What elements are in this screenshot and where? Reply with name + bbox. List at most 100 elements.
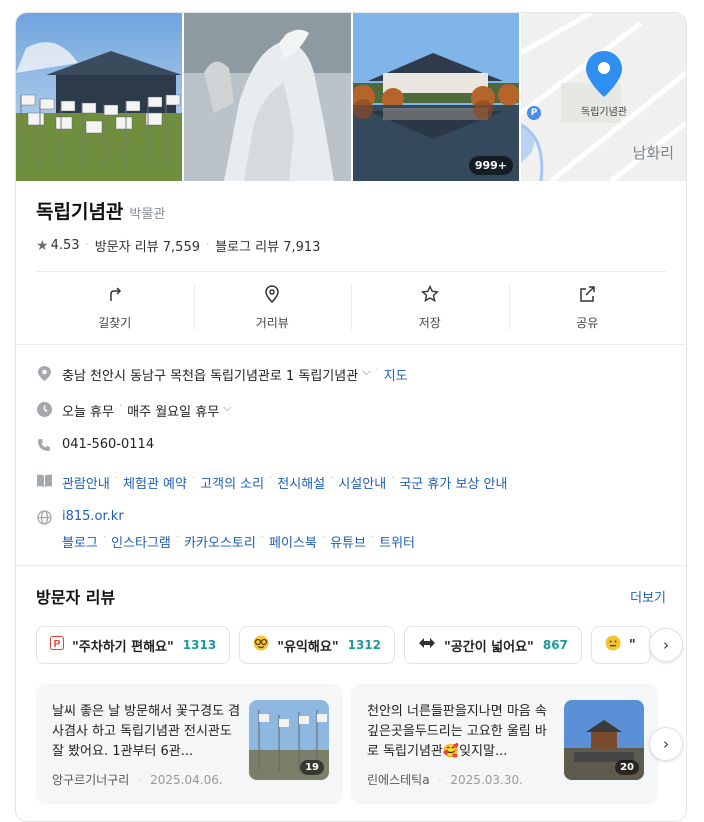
phone-row: 041-560-0114	[36, 429, 666, 465]
keyword-chip[interactable]: "	[590, 626, 651, 664]
save-button[interactable]: 저장	[351, 272, 509, 344]
chevron-right-icon: ›	[663, 636, 669, 654]
social-twitter[interactable]: 트위터	[379, 532, 415, 551]
social-facebook[interactable]: 페이스북	[269, 532, 317, 551]
visitor-reviews-section: 방문자 리뷰 더보기 P "주차하기 편해요" 1313 "유익해요" 1312	[16, 566, 686, 804]
review-photo[interactable]: 19	[249, 700, 329, 780]
directions-button[interactable]: 길찾기	[36, 272, 194, 344]
share-button[interactable]: 공유	[508, 272, 667, 344]
reviews-title: 방문자 리뷰	[36, 588, 116, 607]
photo-count-badge[interactable]: 999+	[468, 156, 513, 175]
svg-text:P: P	[54, 639, 61, 650]
photo-count: 19	[300, 760, 324, 775]
separator-dot: ·	[375, 365, 379, 376]
social-kakaostory[interactable]: 카카오스토리	[184, 532, 256, 551]
review-card[interactable]: 날씨 좋은 날 방문해서 꽃구경도 겸사겸사 하고 독립기념관 전시관도 잘 봤…	[36, 684, 343, 804]
address-text: 충남 천안시 동남구 목천읍 독립기념관로 1 독립기념관	[62, 369, 359, 384]
map-link[interactable]: 지도	[384, 365, 408, 384]
separator-dot: ·	[85, 240, 89, 251]
review-author[interactable]: 앙구르기너구리	[52, 773, 129, 787]
address-row: 충남 천안시 동남구 목천읍 독립기념관로 1 독립기념관 ⌵ · 지도	[36, 357, 666, 393]
separator-dot: ·	[118, 401, 123, 412]
blog-review-link[interactable]: 블로그 리뷰 7,913	[215, 236, 320, 255]
hours-status: 오늘 휴무	[62, 405, 114, 420]
rating-row: ★ 4.53 · 방문자 리뷰 7,559 · 블로그 리뷰 7,913	[36, 236, 666, 256]
separator-dot: ·	[321, 532, 326, 543]
separator-dot: ·	[191, 473, 196, 484]
keyword-text: "	[628, 637, 636, 653]
visitor-review-link[interactable]: 방문자 리뷰 7,559	[95, 236, 200, 255]
share-icon	[578, 285, 596, 307]
place-card: 999+ P 독립기념관 남화리 독립기념관 박물관 ★ 4.53 · 방문자 …	[15, 12, 687, 822]
action-bar: 길찾기 거리뷰 저장 공유	[36, 272, 666, 344]
thinking-face-icon	[605, 635, 621, 655]
chevron-down-icon[interactable]: ⌵	[223, 401, 231, 415]
link-facility[interactable]: 시설안내	[338, 473, 386, 492]
keyword-count: 1312	[347, 638, 381, 652]
place-header: 독립기념관 박물관 ★ 4.53 · 방문자 리뷰 7,559 · 블로그 리뷰…	[16, 181, 686, 255]
separator-dot: ·	[370, 532, 375, 543]
separator-dot: ·	[260, 532, 265, 543]
place-title[interactable]: 독립기념관	[36, 197, 123, 224]
social-instagram[interactable]: 인스타그램	[111, 532, 171, 551]
chevron-right-icon: ›	[663, 735, 669, 753]
map-pin-icon	[586, 51, 622, 97]
separator-dot: ·	[138, 776, 142, 787]
map-area-label: 남화리	[632, 144, 674, 162]
website-link[interactable]: i815.or.kr	[62, 509, 124, 524]
street-view-button[interactable]: 거리뷰	[193, 272, 352, 344]
link-guide[interactable]: 관람안내	[62, 473, 110, 492]
review-author[interactable]: 린에스테틱a	[367, 773, 430, 787]
link-military-leave[interactable]: 국군 휴가 보상 안내	[399, 473, 507, 492]
photo-flags[interactable]	[16, 13, 182, 181]
review-date: 2025.03.30.	[450, 773, 523, 787]
directions-icon	[106, 285, 124, 307]
separator-dot: ·	[391, 473, 395, 484]
website-row: i815.or.kr 블로그 · 인스타그램 · 카카오스토리 · 페이스북 ·…	[36, 501, 666, 551]
links-row: 관람안내 · 체험관 예약 · 고객의 소리 · 전시해설 · 시설안내 · 국…	[36, 465, 666, 501]
review-cards: 날씨 좋은 날 방문해서 꽃구경도 겸사겸사 하고 독립기념관 전시관도 잘 봤…	[36, 684, 683, 804]
keyword-chip[interactable]: P "주차하기 편해요" 1313	[36, 626, 231, 664]
review-text: 날씨 좋은 날 방문해서 꽃구경도 겸사겸사 하고 독립기념관 전시관도 잘 봤…	[52, 704, 241, 759]
phone-number[interactable]: 041-560-0114	[62, 437, 154, 452]
separator-dot: ·	[114, 473, 119, 484]
social-blog[interactable]: 블로그	[62, 532, 98, 551]
link-reservation[interactable]: 체험관 예약	[123, 473, 187, 492]
hours-detail: 매주 월요일 휴무	[127, 405, 220, 420]
link-exhibit-guide[interactable]: 전시해설	[277, 473, 325, 492]
separator-dot: ·	[205, 240, 210, 251]
directions-label: 길찾기	[98, 316, 132, 330]
phone-icon	[36, 437, 52, 452]
place-info: 충남 천안시 동남구 목천읍 독립기념관로 1 독립기념관 ⌵ · 지도 오늘 …	[16, 345, 686, 565]
reviews-more-link[interactable]: 더보기	[630, 587, 666, 606]
rating-value: 4.53	[50, 238, 80, 253]
review-card[interactable]: 천안의 너른들판을지나면 마음 속깊은곳을두드리는 고요한 울림 바로 독립기념…	[351, 684, 658, 804]
arrows-icon	[418, 637, 436, 653]
keyword-chip[interactable]: "유익해요" 1312	[239, 626, 395, 664]
hours-row: 오늘 휴무 · 매주 월요일 휴무 ⌵	[36, 393, 666, 429]
separator-dot: ·	[102, 532, 107, 543]
book-icon	[36, 473, 52, 487]
reviews-next-button[interactable]: ›	[649, 727, 683, 761]
keyword-chip[interactable]: "공간이 넓어요" 867	[404, 626, 582, 664]
keyword-count: 1313	[182, 638, 217, 652]
review-photo[interactable]: 20	[564, 700, 644, 780]
chips-next-button[interactable]: ›	[649, 628, 683, 662]
separator-dot: ·	[175, 532, 180, 543]
link-feedback[interactable]: 고객의 소리	[200, 473, 264, 492]
separator-dot: ·	[269, 473, 273, 484]
review-date: 2025.04.06.	[150, 773, 223, 787]
map-thumbnail[interactable]: P 독립기념관 남화리	[521, 13, 686, 181]
photo-statue[interactable]	[184, 13, 351, 181]
keyword-text: "공간이 넓어요"	[444, 639, 534, 655]
photo-strip: 999+ P 독립기념관 남화리	[16, 13, 686, 181]
save-label: 저장	[418, 316, 441, 330]
parking-icon: P	[50, 636, 64, 654]
separator-dot: ·	[438, 776, 442, 787]
map-place-label: 독립기념관	[581, 107, 627, 118]
place-category: 박물관	[129, 207, 166, 222]
street-view-icon	[263, 285, 281, 307]
chevron-down-icon[interactable]: ⌵	[362, 365, 370, 379]
social-youtube[interactable]: 유튜브	[330, 532, 366, 551]
photo-hall-reflection[interactable]: 999+	[353, 13, 519, 181]
